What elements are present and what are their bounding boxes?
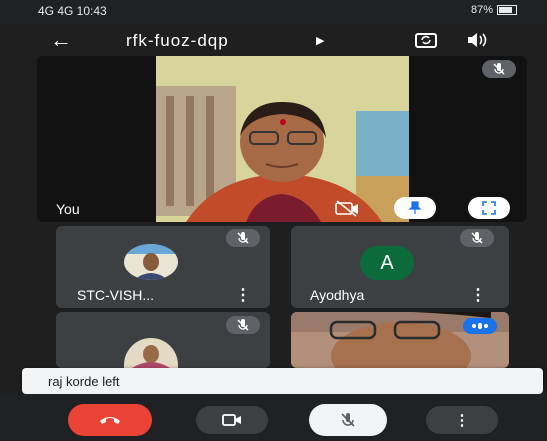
mic-off-icon [226, 316, 260, 334]
battery-percent: 87% [470, 4, 493, 16]
mic-off-icon [226, 229, 260, 247]
more-icon[interactable]: ⋮ [426, 406, 498, 434]
mic-off-icon [482, 60, 516, 78]
more-options-button[interactable]: ⋮ [470, 285, 486, 305]
snackbar-message: raj korde left [48, 374, 120, 389]
chevron-right-icon[interactable]: ▶ [316, 34, 324, 47]
camera-button[interactable] [196, 406, 268, 434]
switch-camera-icon[interactable] [414, 31, 438, 49]
end-call-button[interactable] [68, 404, 152, 436]
fullscreen-icon[interactable] [468, 197, 510, 219]
mic-off-icon [341, 413, 355, 427]
top-bar [0, 24, 547, 56]
participant-avatar-2: A [360, 246, 414, 280]
speaker-icon[interactable] [466, 31, 488, 49]
pin-icon[interactable] [394, 197, 436, 219]
video-off-icon[interactable] [334, 199, 360, 217]
self-label: You [56, 201, 80, 217]
battery-icon [497, 5, 517, 16]
end-call-icon [100, 417, 120, 424]
participant-name-2: Ayodhya [310, 287, 365, 303]
back-arrow-icon[interactable]: ← [50, 29, 72, 51]
mic-off-icon [460, 229, 494, 247]
meeting-code[interactable]: rfk-fuoz-dqp [126, 31, 229, 51]
camera-icon [222, 414, 241, 426]
speaking-indicator-icon [463, 318, 497, 334]
self-video-feed [156, 56, 409, 222]
status-time: 4G 4G 10:43 [38, 4, 107, 18]
microphone-button[interactable] [309, 404, 387, 436]
participant-avatar-1 [124, 244, 178, 280]
participant-name-1: STC-VISH... [77, 287, 155, 303]
status-battery: 87% [471, 4, 517, 16]
more-options-button[interactable]: ⋮ [235, 285, 251, 305]
